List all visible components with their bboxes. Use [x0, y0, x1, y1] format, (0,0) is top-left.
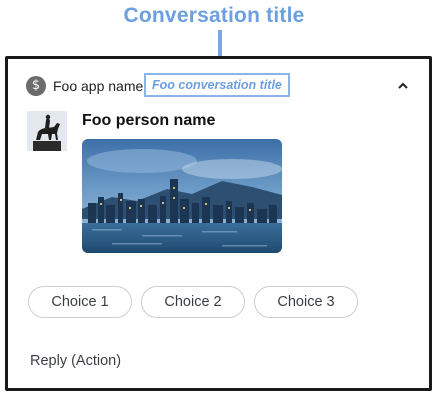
choice-2-button[interactable]: Choice 2 [141, 286, 245, 318]
equestrian-statue-icon [27, 111, 67, 151]
chevron-up-icon[interactable] [397, 80, 409, 92]
choice-1-button[interactable]: Choice 1 [28, 286, 132, 318]
city-skyline-image-icon [82, 139, 282, 253]
choice-3-button[interactable]: Choice 3 [254, 286, 358, 318]
person-name: Foo person name [82, 112, 216, 129]
reply-action-button[interactable]: Reply (Action) [30, 353, 121, 369]
callout-label: Conversation title [123, 4, 305, 27]
app-name: Foo app name [53, 78, 144, 94]
app-icon: $ [26, 76, 46, 96]
conversation-title: Foo conversation title [152, 78, 282, 92]
notification-card[interactable]: $ Foo app name Foo conversation title Fo… [5, 56, 432, 391]
conversation-title-highlight: Foo conversation title [144, 73, 290, 97]
avatar [27, 111, 67, 151]
message-image[interactable] [82, 139, 282, 253]
notification-header: $ Foo app name Foo conversation title [8, 73, 429, 101]
annotated-notification-screenshot: Conversation title $ Foo app name Foo co… [0, 0, 441, 402]
